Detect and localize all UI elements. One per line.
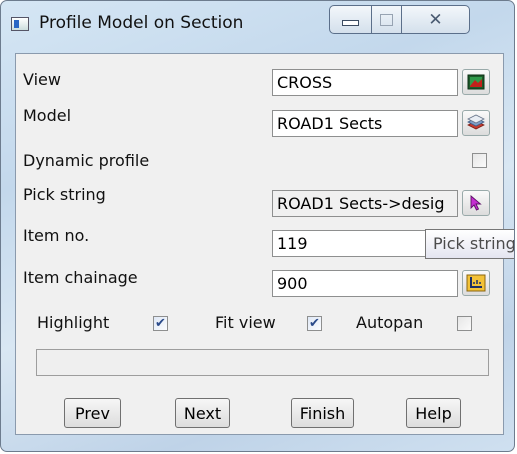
minimize-icon: [342, 19, 359, 26]
dialog-window: Profile Model on Section ✕ View CROSS Mo…: [0, 0, 515, 452]
autopan-label: Autopan: [356, 313, 424, 332]
chainage-ruler-icon: [466, 274, 486, 292]
highlight-checkbox[interactable]: ✔: [153, 316, 168, 331]
item-chainage-field[interactable]: 900: [272, 270, 458, 297]
view-label: View: [23, 70, 61, 89]
help-button[interactable]: Help: [406, 398, 461, 428]
maximize-button[interactable]: [372, 5, 402, 34]
pick-string-button[interactable]: [462, 190, 490, 216]
app-icon: [11, 17, 29, 31]
model-label: Model: [23, 106, 72, 125]
view-picture-icon: [467, 74, 485, 90]
highlight-label: Highlight: [37, 313, 110, 332]
dynamic-profile-label: Dynamic profile: [23, 151, 150, 170]
prev-button[interactable]: Prev: [64, 398, 121, 428]
message-bar: [36, 349, 489, 376]
maximize-icon: [380, 13, 393, 26]
title-bar[interactable]: Profile Model on Section ✕: [1, 1, 514, 47]
item-no-label: Item no.: [23, 226, 90, 245]
item-chainage-pick-button[interactable]: [462, 270, 490, 296]
dynamic-profile-checkbox[interactable]: [472, 153, 487, 168]
item-chainage-label: Item chainage: [23, 268, 138, 287]
next-button[interactable]: Next: [175, 398, 230, 428]
finish-button[interactable]: Finish: [291, 398, 354, 428]
close-button[interactable]: ✕: [402, 5, 470, 34]
layers-icon: [467, 114, 485, 130]
window-title: Profile Model on Section: [39, 13, 244, 33]
close-icon: ✕: [428, 9, 443, 30]
model-field[interactable]: ROAD1 Sects: [272, 110, 458, 137]
checkmark-icon: ✔: [309, 316, 320, 331]
caption-buttons: ✕: [329, 5, 470, 35]
fit-view-checkbox[interactable]: ✔: [307, 316, 322, 331]
view-select-button[interactable]: [462, 69, 490, 95]
pick-string-field[interactable]: ROAD1 Sects->desig: [272, 190, 458, 217]
minimize-button[interactable]: [329, 5, 372, 34]
checkmark-icon: ✔: [155, 316, 166, 331]
autopan-checkbox[interactable]: [457, 316, 472, 331]
arrow-cursor-icon: [470, 195, 482, 211]
view-field[interactable]: CROSS: [272, 69, 458, 96]
tooltip: Pick string: [425, 229, 514, 259]
fit-view-label: Fit view: [215, 313, 276, 332]
model-select-button[interactable]: [462, 110, 490, 136]
pick-string-label: Pick string: [23, 185, 106, 204]
